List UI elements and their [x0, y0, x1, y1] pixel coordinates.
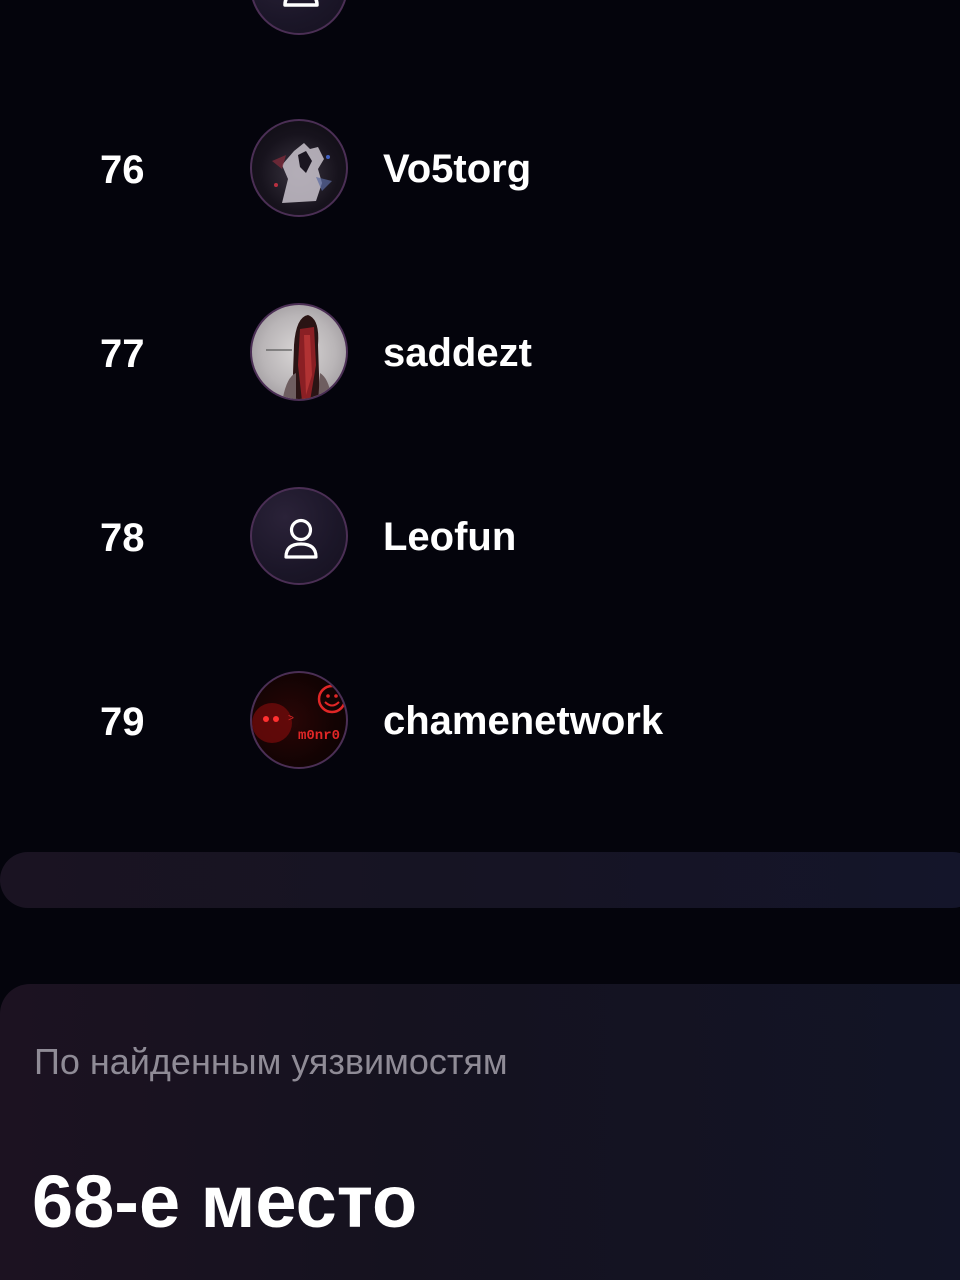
- leaderboard-row[interactable]: 79 > m0nr0 chamenetwork: [0, 670, 960, 774]
- horse-image: [272, 143, 332, 203]
- user-icon: [284, 518, 318, 559]
- username[interactable]: Vo5torg: [383, 145, 531, 193]
- svg-text:>: >: [288, 714, 294, 725]
- avatar: [250, 303, 348, 401]
- summary-rank-value: 68-е место: [32, 1160, 418, 1243]
- leaderboard-row[interactable]: [0, 0, 960, 40]
- rank-number: 76: [100, 148, 145, 192]
- leaderboard-row[interactable]: 76 Vo5torg: [0, 118, 960, 222]
- avatar: > m0nr0: [250, 671, 348, 769]
- rank-number: 79: [100, 700, 145, 744]
- rank-number: 77: [100, 332, 145, 376]
- rank-summary-card: По найденным уязвимостям 68-е место: [0, 984, 960, 1280]
- summary-caption: По найденным уязвимостям: [34, 1041, 508, 1082]
- avatar: [250, 487, 348, 585]
- leaderboard-row[interactable]: 78 Leofun: [0, 486, 960, 590]
- leaderboard-footer-bar: [0, 852, 960, 908]
- username[interactable]: chamenetwork: [383, 697, 663, 745]
- rank-number: 78: [100, 516, 145, 560]
- avatar: [250, 0, 348, 35]
- leaderboard-screen: 76 Vo5torg 77 saddezt 78 Leofun 79 > m0n…: [0, 0, 960, 1280]
- avatar-text: m0nr0: [298, 728, 340, 744]
- user-icon: [283, 0, 319, 7]
- username[interactable]: Leofun: [383, 513, 516, 561]
- leaderboard-row[interactable]: 77 saddezt: [0, 302, 960, 406]
- username[interactable]: saddezt: [383, 329, 532, 377]
- masked-figure-image: [266, 315, 332, 399]
- m0nr0-logo-image: > m0nr0: [252, 684, 346, 744]
- avatar: [250, 119, 348, 217]
